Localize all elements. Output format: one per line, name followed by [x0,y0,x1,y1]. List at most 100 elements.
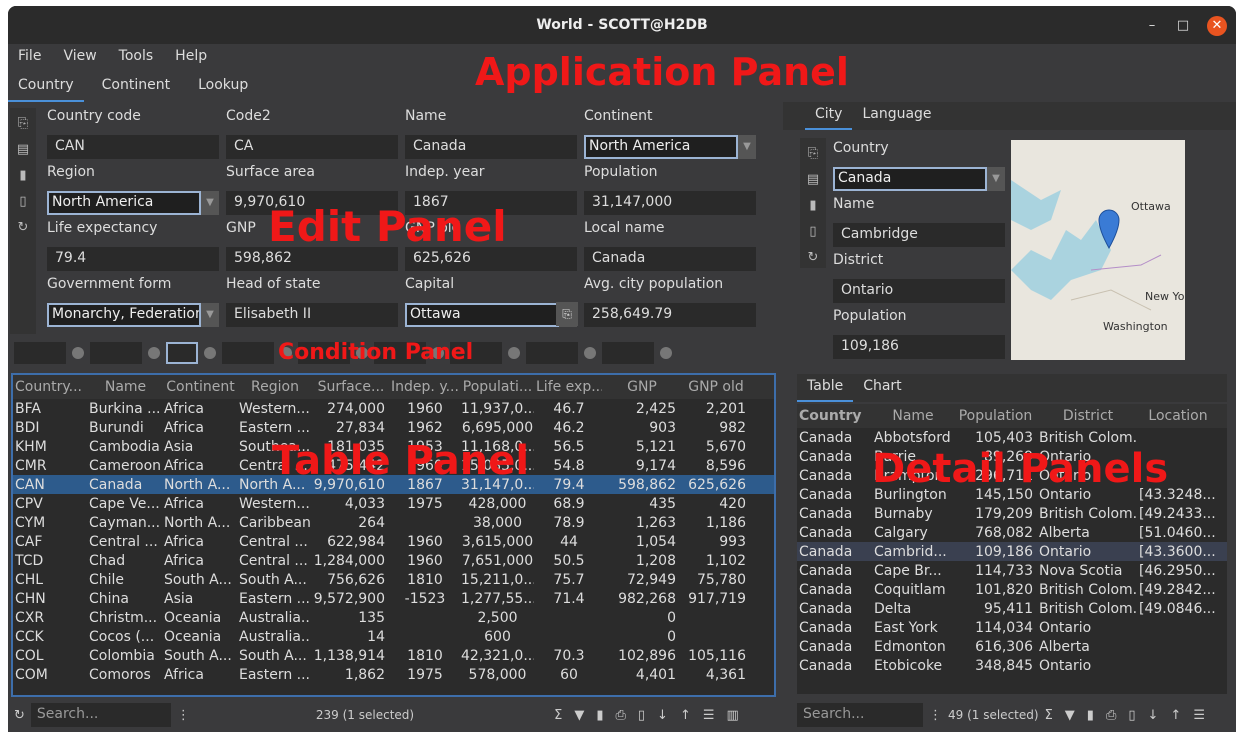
more-icon[interactable]: ⋮ [929,708,942,723]
column-header[interactable]: Name [872,408,952,424]
column-header[interactable]: Name [87,379,162,395]
refresh-icon[interactable]: ↻ [808,248,819,268]
arrow-up-icon[interactable]: ↑ [680,708,691,723]
chevron-down-icon[interactable]: ▼ [738,135,756,159]
continent-combo[interactable]: North America ▼ [584,135,756,159]
delete-icon[interactable]: ▮ [19,166,26,186]
capital-combo[interactable]: Ottawa▼ [405,303,577,327]
copy-icon[interactable]: ▯ [19,192,26,212]
column-header[interactable]: GNP old [680,379,750,395]
search-input[interactable]: Search... [797,703,923,727]
edit-capital-icon[interactable]: ⎘ [556,302,578,326]
table-row[interactable]: Canada Abbotsford 105,403 British Colom... [797,428,1227,447]
minimize-button[interactable]: – [1142,16,1162,36]
column-header[interactable]: Life exp... [534,379,602,395]
save-icon[interactable]: ▤ [807,170,819,190]
table-row[interactable]: Canada Calgary 768,082 Alberta [51.0460... [797,523,1227,542]
copy-icon[interactable]: ▯ [638,708,645,723]
more-icon[interactable]: ⋮ [177,708,190,723]
refresh-icon[interactable]: ↻ [14,708,25,723]
chevron-down-icon[interactable]: ▼ [987,167,1005,191]
column-header[interactable]: Country [797,408,872,424]
search-input[interactable]: Search... [30,703,171,727]
save-icon[interactable]: ▤ [17,140,29,160]
column-header[interactable]: Population [952,408,1037,424]
table-row[interactable]: Canada Cape Br... 114,733 Nova Scotia [46.29… [797,561,1227,580]
arrow-up-icon[interactable]: ↑ [1170,708,1181,723]
print-icon[interactable]: ⎙ [1106,708,1116,723]
list-icon[interactable]: ☰ [1193,708,1205,723]
menu-file[interactable]: File [8,44,41,70]
head-of-state-input[interactable]: Elisabeth II [226,303,398,327]
condition-field[interactable] [166,342,198,364]
city-country-combo[interactable]: Canada ▼ [833,167,1005,191]
condition-field[interactable] [526,342,578,364]
table-row[interactable]: Canada Burnaby 179,209 British Colom... [49.… [797,504,1227,523]
condition-field[interactable] [602,342,654,364]
tab-country[interactable]: Country [8,72,84,102]
columns-icon[interactable]: ▥ [727,708,739,723]
table-row[interactable]: Canada East York 114,034 Ontario [797,618,1227,637]
copy-icon[interactable]: ▯ [1128,708,1135,723]
filter-icon[interactable]: ▼ [574,708,584,723]
city-name-input[interactable]: Cambridge [833,223,1005,247]
list-icon[interactable]: ☰ [703,708,715,723]
sum-icon[interactable]: Σ [554,708,562,723]
condition-radio[interactable] [204,347,216,359]
avg-city-population-input[interactable]: 258,649.79 [584,303,756,327]
sum-icon[interactable]: Σ [1045,708,1053,723]
condition-field[interactable] [90,342,142,364]
tab-city[interactable]: City [805,102,853,130]
chevron-down-icon[interactable]: ▼ [201,303,219,327]
condition-radio[interactable] [72,347,84,359]
column-header[interactable]: Location [1137,408,1217,424]
menu-help[interactable]: Help [165,44,207,70]
tab-lookup[interactable]: Lookup [188,72,258,102]
condition-field[interactable] [222,342,274,364]
tab-table[interactable]: Table [797,374,854,402]
chevron-down-icon[interactable]: ▼ [201,191,219,215]
population-input[interactable]: 31,147,000 [584,191,756,215]
region-combo[interactable]: North America ▼ [47,191,219,215]
copy-icon[interactable]: ▯ [809,222,816,242]
country-code-input[interactable]: CAN [47,135,219,159]
tab-chart[interactable]: Chart [853,374,911,402]
table-row[interactable]: BFA Burkina ... Africa Western... 274,000 196… [13,399,774,418]
table-row[interactable]: Canada Edmonton 616,306 Alberta [797,637,1227,656]
city-map[interactable]: Ottawa New Yo Washington [1011,140,1185,360]
name-input[interactable]: Canada [405,135,577,159]
condition-field[interactable] [14,342,66,364]
tab-continent[interactable]: Continent [92,72,180,102]
table-row[interactable]: CCK Cocos (... Oceania Australia... 14 600 0 [13,627,774,646]
new-icon[interactable]: ⎘ [808,144,818,164]
column-header[interactable]: District [1037,408,1137,424]
column-header[interactable]: Continent [162,379,237,395]
condition-radio[interactable] [584,347,596,359]
column-header[interactable]: Region [237,379,311,395]
table-row[interactable]: TCD Chad Africa Central ... 1,284,000 1960 7,6… [13,551,774,570]
table-row[interactable]: CYM Cayman... North A... Caribbean 264 38,000… [13,513,774,532]
local-name-input[interactable]: Canada [584,247,756,271]
new-icon[interactable]: ⎘ [18,114,28,134]
table-row[interactable]: Canada Coquitlam 101,820 British Colom... [4… [797,580,1227,599]
close-button[interactable]: ✕ [1207,16,1227,36]
delete-icon[interactable]: ▮ [809,196,816,216]
refresh-icon[interactable]: ↻ [18,218,29,238]
arrow-down-icon[interactable]: ↓ [657,708,668,723]
table-row[interactable]: Canada Delta 95,411 British Colom... [49.084… [797,599,1227,618]
print-icon[interactable]: ⎙ [615,708,625,723]
table-row[interactable]: CPV Cape Ve... Africa Western... 4,033 1975 42… [13,494,774,513]
table-row[interactable]: CXR Christm... Oceania Australia... 135 2,500… [13,608,774,627]
table-row[interactable]: Canada Etobicoke 348,845 Ontario [797,656,1227,675]
table-row[interactable]: BDI Burundi Africa Eastern ... 27,834 1962 6,6… [13,418,774,437]
column-header[interactable]: Populati... [459,379,534,395]
menu-tools[interactable]: Tools [109,44,154,70]
delete-icon[interactable]: ▮ [1087,708,1094,723]
delete-icon[interactable]: ▮ [596,708,603,723]
city-population-input[interactable]: 109,186 [833,335,1005,359]
column-header[interactable]: Indep. y... [389,379,459,395]
code2-input[interactable]: CA [226,135,398,159]
life-expectancy-input[interactable]: 79.4 [47,247,219,271]
table-row[interactable]: Canada Cambrid... 109,186 Ontario [43.3600..… [797,542,1227,561]
government-form-combo[interactable]: Monarchy, Federation ▼ [47,303,219,327]
